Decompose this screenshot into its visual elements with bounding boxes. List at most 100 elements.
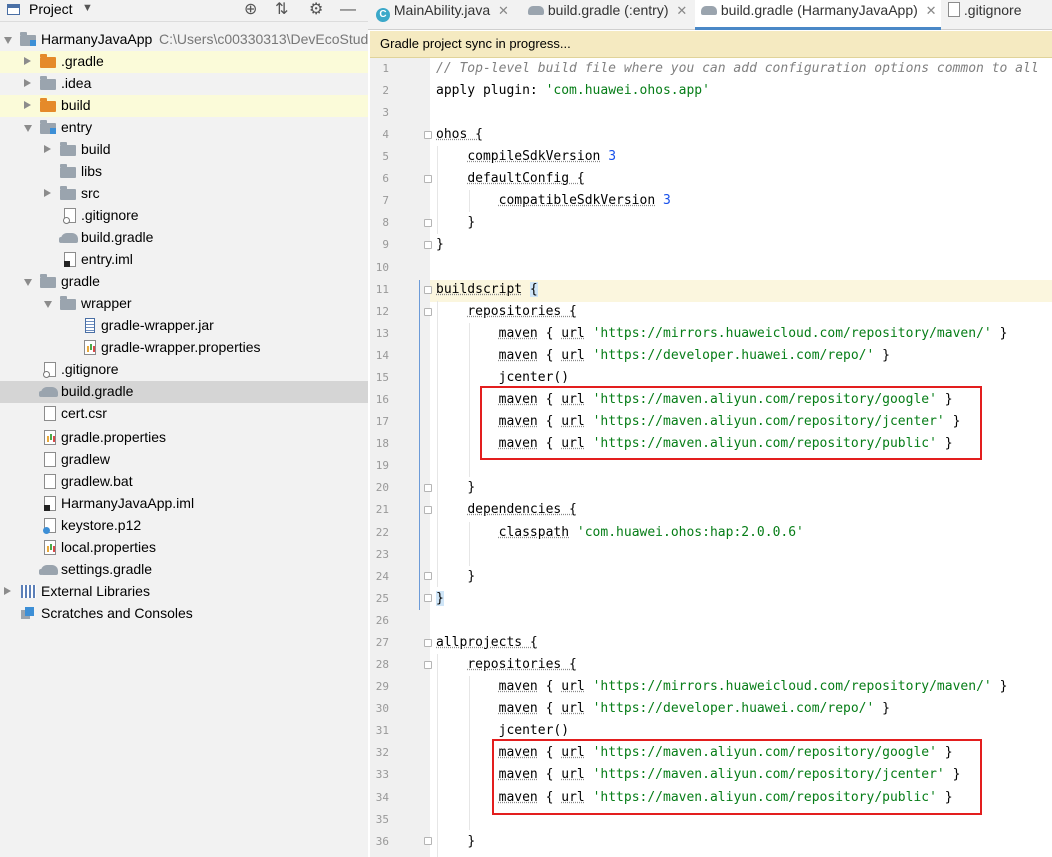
line-number: 30 xyxy=(375,702,389,715)
chevron-down-icon[interactable] xyxy=(44,301,52,308)
tree-item-local-properties[interactable]: local.properties xyxy=(0,537,368,559)
tree-item-build[interactable]: build xyxy=(0,95,368,117)
fold-icon[interactable] xyxy=(424,241,432,249)
project-toolbar: Project ▼ ⊕ ⇅ ⚙ — xyxy=(0,0,368,22)
fold-icon[interactable] xyxy=(424,572,432,580)
tab-mainability[interactable]: C MainAbility.java ✕ xyxy=(376,0,524,29)
code-token: } xyxy=(467,215,476,230)
chevron-right-icon[interactable] xyxy=(44,145,51,153)
tree-item-entry-build-gradle[interactable]: build.gradle xyxy=(0,227,368,249)
line-number: 31 xyxy=(375,724,389,737)
code-token: jcenter() xyxy=(498,723,570,738)
tree-item-scratches[interactable]: Scratches and Consoles xyxy=(0,603,368,625)
code-token: buildscript xyxy=(436,282,523,297)
fold-icon[interactable] xyxy=(424,639,432,647)
tree-item-cert[interactable]: cert.csr xyxy=(0,403,368,425)
tree-item-label: local.properties xyxy=(61,539,156,555)
line-number: 6 xyxy=(382,172,389,185)
code-line: classpath 'com.huawei.ohos:hap:2.0.0.6' xyxy=(436,522,804,544)
tree-item-label: gradle.properties xyxy=(61,429,167,445)
tree-item-gradle[interactable]: gradle xyxy=(0,271,368,293)
fold-icon[interactable] xyxy=(424,661,432,669)
code-line: defaultConfig { xyxy=(436,168,585,190)
code-token: defaultConfig { xyxy=(467,171,585,186)
line-number: 36 xyxy=(375,835,389,848)
code-token: compileSdkVersion xyxy=(467,149,601,164)
fold-icon[interactable] xyxy=(424,506,432,514)
tree-item-entry-iml[interactable]: entry.iml xyxy=(0,249,368,271)
tree-item-external-libraries[interactable]: External Libraries xyxy=(0,581,368,603)
chevron-down-icon[interactable] xyxy=(4,37,12,44)
code-line: } xyxy=(436,566,475,588)
fold-icon[interactable] xyxy=(424,308,432,316)
editor-tabs: C MainAbility.java ✕ build.gradle (:entr… xyxy=(368,0,1052,30)
folder-icon xyxy=(60,296,76,310)
code-token: ohos { xyxy=(436,127,483,142)
tree-item-gradle-properties[interactable]: gradle.properties xyxy=(0,427,368,449)
highlight-box-allprojects xyxy=(492,739,982,815)
tree-item-app-iml[interactable]: HarmanyJavaApp.iml xyxy=(0,493,368,515)
code-token: maven xyxy=(498,326,538,341)
hide-icon[interactable]: — xyxy=(340,0,356,20)
code-line: maven { url 'https://developer.huawei.co… xyxy=(436,345,890,367)
tree-item-libs[interactable]: libs xyxy=(0,161,368,183)
line-number: 2 xyxy=(382,84,389,97)
line-number: 28 xyxy=(375,658,389,671)
keystore-file-icon xyxy=(43,518,56,534)
fold-icon[interactable] xyxy=(424,131,432,139)
code-token: repositories { xyxy=(467,657,577,672)
tree-item-settings-gradle[interactable]: settings.gradle xyxy=(0,559,368,581)
chevron-right-icon[interactable] xyxy=(24,101,31,109)
line-number: 25 xyxy=(375,592,389,605)
code-token: { xyxy=(545,701,554,716)
tree-item-wrapper-jar[interactable]: gradle-wrapper.jar xyxy=(0,315,368,337)
chevron-right-icon[interactable] xyxy=(24,57,31,65)
tree-item-gradlew[interactable]: gradlew xyxy=(0,449,368,471)
close-icon[interactable]: ✕ xyxy=(676,3,687,18)
tree-item-label: settings.gradle xyxy=(61,561,153,577)
module-folder-icon xyxy=(40,120,56,134)
tree-item-label: gradle xyxy=(61,273,100,289)
tree-item-keystore[interactable]: keystore.p12 xyxy=(0,515,368,537)
chevron-down-icon[interactable]: ▼ xyxy=(82,2,93,14)
folder-icon xyxy=(60,164,76,178)
chevron-right-icon[interactable] xyxy=(44,189,51,197)
tree-item-gitignore[interactable]: .gitignore xyxy=(0,359,368,381)
tree-item-src[interactable]: src xyxy=(0,183,368,205)
tree-item-wrapper-properties[interactable]: gradle-wrapper.properties xyxy=(0,337,368,359)
chevron-down-icon[interactable] xyxy=(24,279,32,286)
fold-icon[interactable] xyxy=(424,219,432,227)
line-number: 14 xyxy=(375,349,389,362)
tree-item-wrapper[interactable]: wrapper xyxy=(0,293,368,315)
tree-item-gradle-dir[interactable]: .gradle xyxy=(0,51,368,73)
chevron-right-icon[interactable] xyxy=(4,587,11,595)
gear-icon[interactable]: ⚙ xyxy=(309,0,323,20)
fold-icon[interactable] xyxy=(424,484,432,492)
tree-item-entry-build[interactable]: build xyxy=(0,139,368,161)
code-token: } xyxy=(882,348,890,363)
close-icon[interactable]: ✕ xyxy=(926,3,937,18)
tree-item-root[interactable]: HarmanyJavaApp C:\Users\c00330313\DevEco… xyxy=(0,29,368,51)
chevron-right-icon[interactable] xyxy=(24,79,31,87)
project-window-icon xyxy=(7,4,20,15)
tree-item-build-gradle[interactable]: build.gradle xyxy=(0,381,368,403)
properties-file-icon xyxy=(44,430,56,445)
chevron-down-icon[interactable] xyxy=(24,125,32,132)
fold-icon[interactable] xyxy=(424,594,432,602)
close-icon[interactable]: ✕ xyxy=(498,3,509,18)
collapse-all-icon[interactable]: ⇅ xyxy=(275,0,288,20)
locate-icon[interactable]: ⊕ xyxy=(244,0,257,20)
fold-icon[interactable] xyxy=(424,175,432,183)
project-view-selector[interactable]: Project xyxy=(29,1,73,17)
line-number: 1 xyxy=(382,62,389,75)
fold-icon[interactable] xyxy=(424,286,432,294)
tab-build-gradle-entry[interactable]: build.gradle (:entry) ✕ xyxy=(528,0,694,29)
tree-item-entry-gitignore[interactable]: .gitignore xyxy=(0,205,368,227)
fold-icon[interactable] xyxy=(424,837,432,845)
tab-gitignore[interactable]: .gitignore xyxy=(948,0,1052,29)
tab-build-gradle-app[interactable]: build.gradle (HarmanyJavaApp) ✕ xyxy=(695,0,941,30)
tree-item-gradlew-bat[interactable]: gradlew.bat xyxy=(0,471,368,493)
tree-item-idea[interactable]: .idea xyxy=(0,73,368,95)
tree-item-entry[interactable]: entry xyxy=(0,117,368,139)
gradle-icon xyxy=(701,6,717,15)
